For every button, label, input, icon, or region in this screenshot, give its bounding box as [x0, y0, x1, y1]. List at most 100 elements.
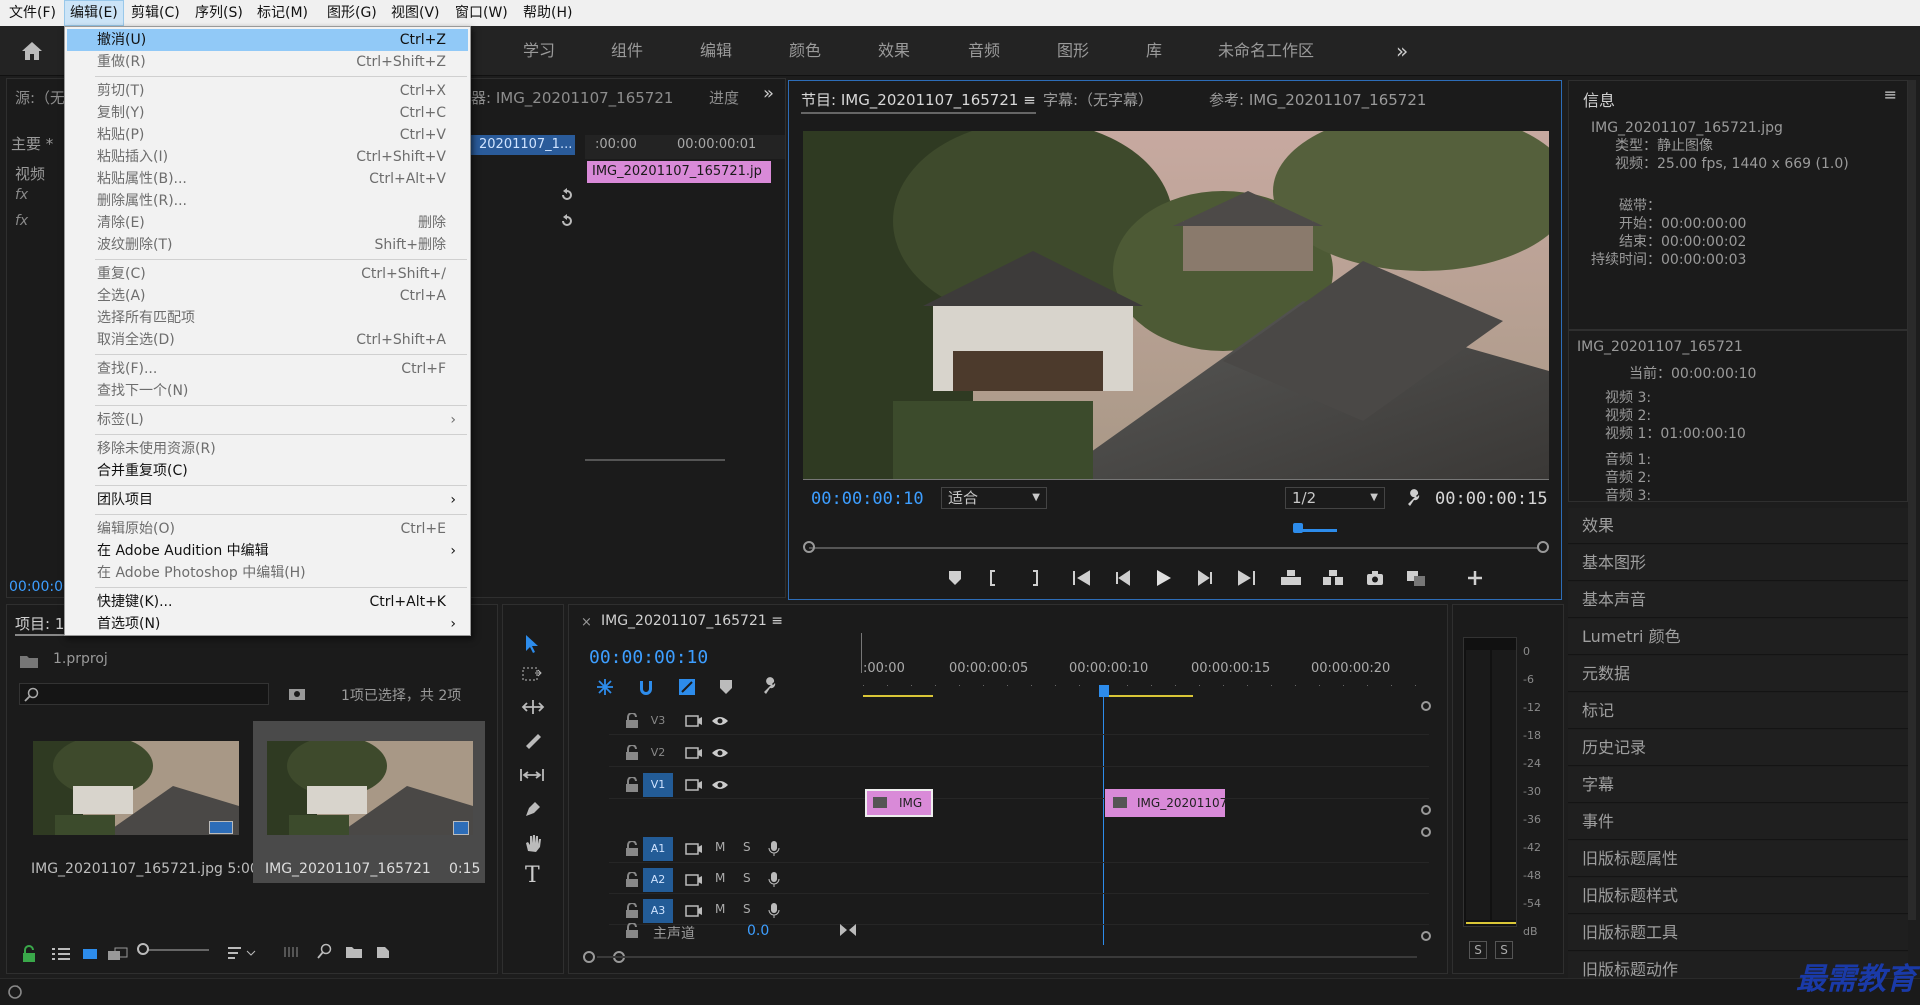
edit-menu-item[interactable]: 移除未使用资源(R): [67, 438, 468, 460]
mute-button[interactable]: M: [715, 840, 725, 854]
source-ruler[interactable]: :00:00 00:00:00:01: [585, 135, 785, 159]
right-panel-item[interactable]: 旧版标题属性: [1568, 841, 1908, 877]
pen-tool-icon[interactable]: [523, 799, 543, 819]
track-target[interactable]: V2: [643, 741, 673, 765]
edit-menu-item[interactable]: 团队项目 ›: [67, 489, 468, 511]
zoom-slider[interactable]: [139, 949, 209, 951]
edit-menu-item[interactable]: 剪切(T) Ctrl+X: [67, 80, 468, 102]
program-playhead[interactable]: [1293, 523, 1303, 533]
program-video-frame[interactable]: [803, 131, 1549, 479]
menu-window[interactable]: 窗口(W): [450, 0, 513, 26]
timeline-timecode[interactable]: 00:00:00:10: [589, 647, 708, 668]
solo-right-button[interactable]: S: [1495, 941, 1513, 959]
step-forward-icon[interactable]: [1195, 569, 1215, 587]
menu-help[interactable]: 帮助(H): [518, 0, 577, 26]
edit-menu-item[interactable]: 在 Adobe Audition 中编辑 ›: [67, 540, 468, 562]
menu-graphics[interactable]: 图形(G): [322, 0, 382, 26]
lock-icon[interactable]: [625, 841, 639, 857]
close-icon[interactable]: ×: [581, 615, 592, 630]
sync-lock-icon[interactable]: [685, 778, 703, 792]
go-to-out-icon[interactable]: [1235, 569, 1257, 587]
microphone-icon[interactable]: [767, 840, 781, 858]
sync-lock-icon[interactable]: [685, 873, 703, 887]
right-scrollbar[interactable]: [1908, 80, 1916, 920]
audio-mixer-tab[interactable]: 器: IMG_20201107_165721: [471, 87, 673, 108]
menu-edit[interactable]: 编辑(E): [64, 0, 124, 26]
go-to-in-icon[interactable]: [1071, 569, 1093, 587]
right-panel-item[interactable]: 效果: [1568, 508, 1908, 544]
snap-magnet-icon[interactable]: [637, 677, 655, 697]
source-clip[interactable]: IMG_20201107_165721.jp: [587, 161, 771, 183]
lock-icon[interactable]: [625, 872, 639, 888]
eye-icon[interactable]: [711, 715, 729, 727]
edit-menu-item[interactable]: 快捷键(K)... Ctrl+Alt+K: [67, 591, 468, 613]
right-panel-item[interactable]: 事件: [1568, 804, 1908, 840]
right-panel-item[interactable]: 字幕: [1568, 767, 1908, 803]
hand-tool-icon[interactable]: [523, 833, 543, 853]
edit-menu-item[interactable]: 粘贴(P) Ctrl+V: [67, 124, 468, 146]
sync-lock-icon[interactable]: [685, 746, 703, 760]
mark-out-icon[interactable]: [1027, 569, 1043, 587]
right-panel-item[interactable]: 旧版标题工具: [1568, 915, 1908, 951]
mute-button[interactable]: M: [715, 871, 725, 885]
solo-button[interactable]: S: [743, 902, 751, 916]
edit-menu-item[interactable]: 选择所有匹配项: [67, 307, 468, 329]
timeline-zoom-handle[interactable]: [583, 951, 595, 963]
microphone-icon[interactable]: [767, 902, 781, 920]
right-panel-item[interactable]: 元数据: [1568, 656, 1908, 692]
automate-icon[interactable]: [283, 945, 303, 959]
selection-tool-icon[interactable]: [523, 633, 541, 655]
project-item-selected[interactable]: IMG_20201107_165721 0:15: [253, 721, 485, 883]
list-view-icon[interactable]: [51, 947, 71, 961]
zoom-select[interactable]: 适合 ▼: [941, 487, 1047, 509]
edit-menu-item[interactable]: 全选(A) Ctrl+A: [67, 285, 468, 307]
lift-icon[interactable]: [1279, 569, 1303, 587]
home-icon[interactable]: [20, 40, 44, 62]
wrench-icon[interactable]: [1405, 489, 1423, 507]
type-tool-icon[interactable]: T: [525, 863, 540, 888]
workspace-tab-editing[interactable]: 编辑: [700, 26, 732, 76]
add-marker-icon[interactable]: [719, 679, 733, 695]
find-icon[interactable]: [317, 943, 333, 961]
camera-icon[interactable]: [1365, 569, 1385, 587]
workspace-tab-color[interactable]: 颜色: [789, 26, 821, 76]
lock-icon[interactable]: [21, 945, 37, 963]
lock-icon[interactable]: [625, 903, 639, 919]
timeline-clip-v1-a[interactable]: IMG: [865, 789, 933, 817]
right-panel-item[interactable]: 历史记录: [1568, 730, 1908, 766]
source-clip-tag[interactable]: 20201107_1...: [471, 135, 575, 155]
source-zoom-scrollbar[interactable]: [585, 459, 725, 461]
sync-lock-icon[interactable]: [685, 904, 703, 918]
edit-menu-item[interactable]: 粘贴插入(I) Ctrl+Shift+V: [67, 146, 468, 168]
progress-tab[interactable]: 进度: [709, 87, 739, 108]
info-title[interactable]: 信息: [1583, 87, 1615, 111]
eye-icon[interactable]: [711, 747, 729, 759]
solo-left-button[interactable]: S: [1469, 941, 1487, 959]
step-back-icon[interactable]: [1113, 569, 1133, 587]
timeline-clip-v1-b[interactable]: IMG_20201107: [1105, 789, 1225, 817]
track-target[interactable]: V1: [643, 773, 673, 797]
project-tab[interactable]: 项目: 1: [15, 613, 65, 636]
zoom-handle-right[interactable]: [1537, 541, 1549, 553]
sync-icon[interactable]: [6, 984, 24, 1000]
work-area-bar[interactable]: [1103, 695, 1193, 697]
track-expand-icon[interactable]: [839, 923, 857, 937]
edit-menu-item[interactable]: 首选项(N) ›: [67, 613, 468, 635]
new-bin-icon[interactable]: [345, 945, 363, 959]
vertical-scroll-handle[interactable]: [1421, 701, 1431, 711]
reset-icon[interactable]: [558, 213, 576, 229]
eye-icon[interactable]: [711, 779, 729, 791]
source-timecode[interactable]: 00:00:00: [9, 579, 72, 595]
zoom-slider-handle[interactable]: [137, 943, 149, 955]
icon-view-icon[interactable]: [81, 947, 99, 961]
edit-menu-item[interactable]: 取消全选(D) Ctrl+Shift+A: [67, 329, 468, 351]
workspace-tab-learn[interactable]: 学习: [523, 26, 555, 76]
vertical-scroll-handle[interactable]: [1421, 805, 1431, 815]
source-tab-title[interactable]: 源:（无: [15, 87, 65, 108]
play-icon[interactable]: [1153, 568, 1173, 588]
reference-tab[interactable]: 参考: IMG_20201107_165721: [1209, 89, 1426, 110]
program-timecode[interactable]: 00:00:00:10: [811, 489, 924, 509]
fx-row-opacity[interactable]: fx: [15, 213, 28, 229]
track-target[interactable]: A1: [643, 837, 673, 861]
menu-clip[interactable]: 剪辑(C): [126, 0, 185, 26]
